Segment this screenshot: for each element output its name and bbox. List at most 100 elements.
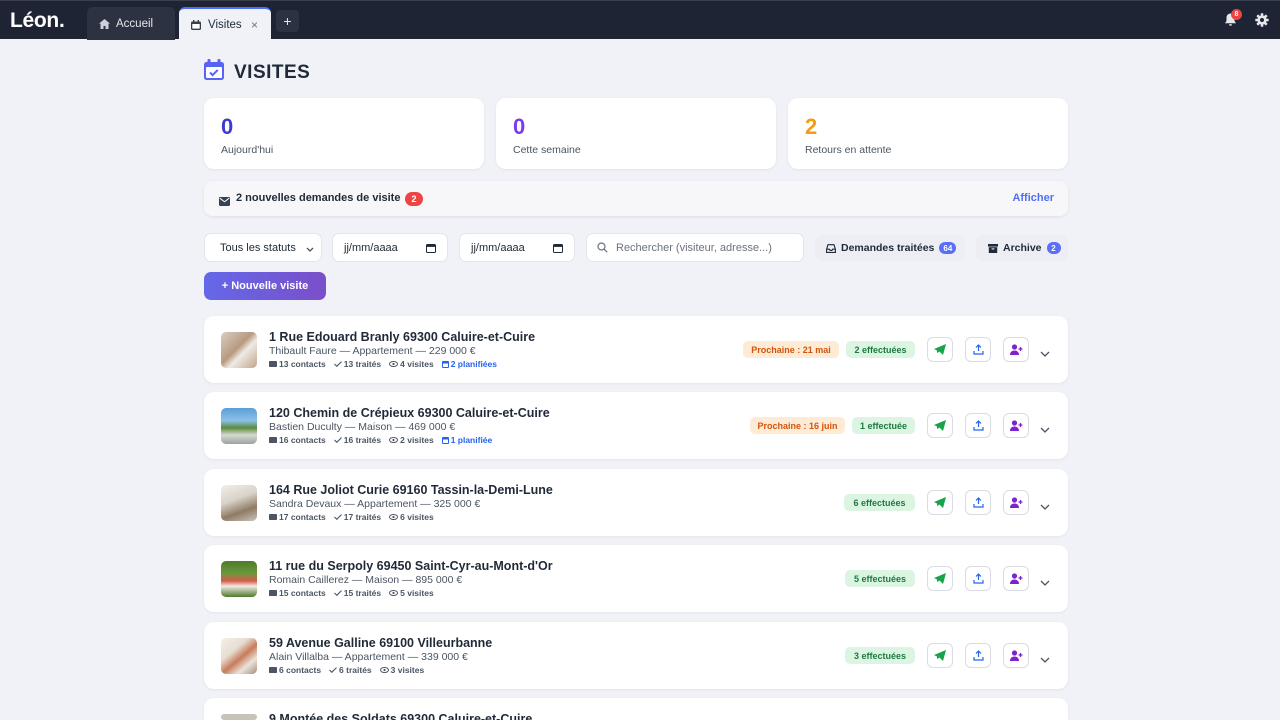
stat-value: 0 <box>513 114 526 139</box>
send-button[interactable] <box>927 337 953 362</box>
upload-button[interactable] <box>965 337 991 362</box>
tab-visites[interactable]: Visites × <box>179 7 271 40</box>
send-button[interactable] <box>927 643 953 668</box>
archive-count-badge: 2 <box>1046 242 1061 254</box>
add-tab-button[interactable]: + <box>276 10 299 32</box>
page-title: VISITES <box>204 59 310 86</box>
requests-count-badge: 2 <box>405 192 423 206</box>
envelope-icon <box>219 193 230 211</box>
archive-icon <box>988 243 998 253</box>
envelope-icon <box>269 361 277 367</box>
visit-row[interactable]: 11 rue du Serpoly 69450 Saint-Cyr-au-Mon… <box>204 545 1068 612</box>
upload-button[interactable] <box>965 566 991 591</box>
check-icon <box>333 437 342 443</box>
user-plus-icon <box>1009 650 1022 661</box>
eye-icon <box>389 437 399 443</box>
visit-subtitle: Thibault Faure — Appartement — 229 000 € <box>269 345 476 357</box>
send-button[interactable] <box>927 566 953 591</box>
visit-address[interactable]: 164 Rue Joliot Curie 69160 Tassin-la-Dem… <box>269 483 553 497</box>
date-to-input[interactable]: jj/mm/aaaa <box>459 233 575 262</box>
add-visitor-button[interactable] <box>1003 643 1029 668</box>
contacts-count: 13 contacts <box>279 359 326 369</box>
search-input[interactable]: Rechercher (visiteur, adresse...) <box>586 233 804 262</box>
app-logo[interactable]: Léon. <box>10 9 65 33</box>
new-visit-button[interactable]: + Nouvelle visite <box>204 272 326 300</box>
archive-button[interactable]: Archive 2 <box>976 235 1068 261</box>
tab-label: Visites <box>208 18 242 31</box>
check-icon <box>329 667 337 673</box>
visit-row[interactable]: 9 Montée des Soldats 69300 Caluire-et-Cu… <box>204 698 1068 720</box>
send-button[interactable] <box>927 413 953 438</box>
paper-plane-icon <box>934 650 946 661</box>
upload-button[interactable] <box>965 413 991 438</box>
visit-row[interactable]: 59 Avenue Galline 69100 Villeurbanne Ala… <box>204 622 1068 689</box>
visit-address[interactable]: 1 Rue Edouard Branly 69300 Caluire-et-Cu… <box>269 330 535 344</box>
visit-row[interactable]: 1 Rue Edouard Branly 69300 Caluire-et-Cu… <box>204 316 1068 383</box>
send-button[interactable] <box>927 490 953 515</box>
visit-address[interactable]: 11 rue du Serpoly 69450 Saint-Cyr-au-Mon… <box>269 559 553 573</box>
check-icon <box>333 361 342 367</box>
chevron-down-icon[interactable] <box>1040 574 1050 592</box>
property-photo <box>221 714 257 720</box>
status-select-value: Tous les statuts <box>220 241 296 254</box>
property-photo <box>221 408 257 444</box>
planned-count: 1 planifiée <box>450 435 493 445</box>
eye-icon <box>389 361 399 367</box>
search-icon <box>597 242 608 253</box>
chevron-down-icon[interactable] <box>1040 345 1050 363</box>
add-visitor-button[interactable] <box>1003 337 1029 362</box>
page-title-text: VISITES <box>234 61 311 83</box>
add-visitor-button[interactable] <box>1003 566 1029 591</box>
stat-label: Cette semaine <box>513 144 581 156</box>
done-visits-badge: 3 effectuées <box>845 647 915 664</box>
paper-plane-icon <box>934 497 946 508</box>
calendar-icon <box>189 19 203 30</box>
contacts-count: 17 contacts <box>279 512 326 522</box>
stat-today: 0 Aujourd'hui <box>204 98 484 169</box>
visit-row[interactable]: 120 Chemin de Crépieux 69300 Caluire-et-… <box>204 392 1068 459</box>
tab-label: Accueil <box>116 17 154 30</box>
date-from-input[interactable]: jj/mm/aaaa <box>332 233 448 262</box>
treated-requests-button[interactable]: Demandes traitées 64 <box>815 235 965 261</box>
eye-icon <box>389 514 399 520</box>
visit-row[interactable]: 164 Rue Joliot Curie 69160 Tassin-la-Dem… <box>204 469 1068 536</box>
chevron-down-icon[interactable] <box>1040 421 1050 439</box>
status-select[interactable]: Tous les statuts <box>204 233 322 262</box>
gear-icon[interactable] <box>1255 13 1269 32</box>
visits-count: 2 visites <box>400 435 434 445</box>
visit-address[interactable]: 9 Montée des Soldats 69300 Caluire-et-Cu… <box>269 712 532 720</box>
treated-count-badge: 64 <box>939 242 957 254</box>
add-visitor-button[interactable] <box>1003 413 1029 438</box>
done-visits-badge: 1 effectuée <box>852 417 915 434</box>
visit-requests-banner: 2 nouvelles demandes de visite 2 Affiche… <box>204 181 1068 216</box>
contacts-count: 16 contacts <box>279 435 326 445</box>
requests-text: 2 nouvelles demandes de visite <box>236 192 401 204</box>
visit-meta: 16 contacts 16 traités 2 visites 1 plani… <box>269 435 500 445</box>
upload-button[interactable] <box>965 490 991 515</box>
calendar-icon <box>426 243 436 256</box>
close-icon[interactable]: × <box>251 18 258 32</box>
visit-meta: 6 contacts 6 traités 3 visites <box>269 665 432 675</box>
upload-button[interactable] <box>965 643 991 668</box>
show-requests-link[interactable]: Afficher <box>1012 192 1054 204</box>
envelope-icon <box>269 590 277 596</box>
next-visit-badge: Prochaine : 21 mai <box>743 341 839 358</box>
property-photo <box>221 485 257 521</box>
chevron-down-icon[interactable] <box>1040 651 1050 669</box>
visit-address[interactable]: 59 Avenue Galline 69100 Villeurbanne <box>269 636 492 650</box>
visit-subtitle: Bastien Duculty — Maison — 469 000 € <box>269 421 456 433</box>
visit-address[interactable]: 120 Chemin de Crépieux 69300 Caluire-et-… <box>269 406 550 420</box>
user-plus-icon <box>1009 344 1022 355</box>
add-visitor-button[interactable] <box>1003 490 1029 515</box>
treated-count: 17 traités <box>343 512 382 522</box>
treated-count: 16 traités <box>343 435 382 445</box>
tab-accueil[interactable]: Accueil <box>87 7 175 40</box>
visit-subtitle: Alain Villalba — Appartement — 339 000 € <box>269 651 468 663</box>
upload-icon <box>972 497 984 508</box>
archive-label: Archive <box>1003 242 1042 254</box>
stat-value: 2 <box>805 114 818 139</box>
property-photo <box>221 332 257 368</box>
calendar-icon <box>441 436 449 444</box>
chevron-down-icon[interactable] <box>1040 498 1050 516</box>
visits-count: 6 visites <box>400 512 434 522</box>
